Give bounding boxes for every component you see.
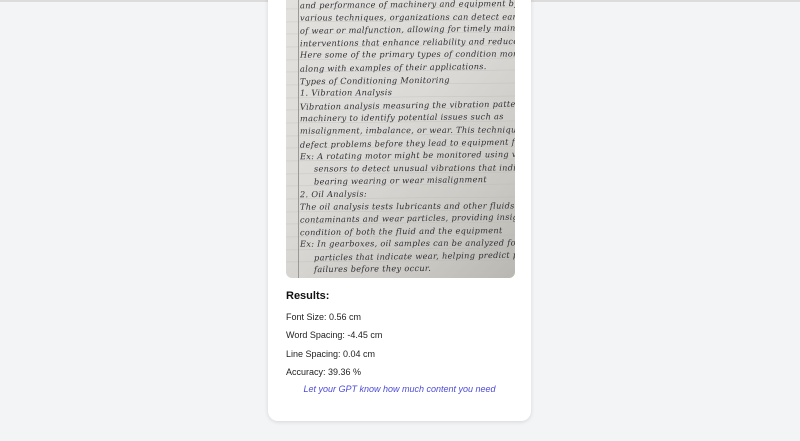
notebook-margin-line (298, 0, 299, 278)
word-spacing-result: Word Spacing: -4.45 cm (286, 330, 383, 340)
handwritten-text: and performance of machinery and equipme… (300, 0, 515, 275)
results-heading: Results: (286, 290, 330, 302)
line-spacing-result: Line Spacing: 0.04 cm (286, 349, 376, 359)
gpt-content-hint: Let your GPT know how much content you n… (303, 384, 496, 394)
handwriting-photo: and performance of machinery and equipme… (286, 0, 515, 278)
font-size-result: Font Size: 0.56 cm (286, 312, 362, 322)
handwritten-line: failures before they occur. (313, 263, 432, 275)
result-card: and performance of machinery and equipme… (268, 0, 531, 421)
accuracy-result: Accuracy: 39.36 % (286, 367, 362, 377)
handwritten-line: misalignment, imbalance, or wear. This t… (299, 124, 515, 136)
handwritten-line: 2. Oil Analysis: (299, 188, 367, 200)
